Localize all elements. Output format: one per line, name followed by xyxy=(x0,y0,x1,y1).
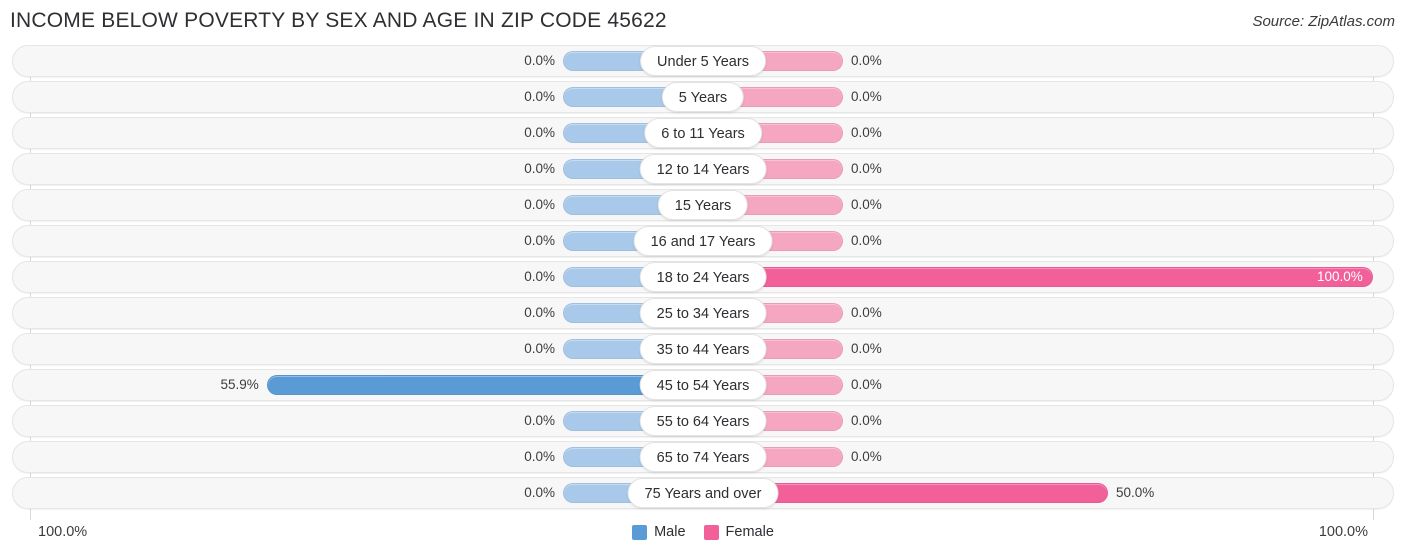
value-label-female: 0.0% xyxy=(851,341,882,356)
table-row: 0.0% 0.0% 6 to 11 Years xyxy=(0,117,1406,149)
table-row: 0.0% 0.0% 12 to 14 Years xyxy=(0,153,1406,185)
value-label-female: 0.0% xyxy=(851,377,882,392)
category-label: 5 Years xyxy=(661,82,745,112)
category-label: 55 to 64 Years xyxy=(639,406,767,436)
axis-label-right: 100.0% xyxy=(1318,524,1368,540)
table-row: 0.0% 0.0% 16 and 17 Years xyxy=(0,225,1406,257)
table-row: 0.0% 0.0% 15 Years xyxy=(0,189,1406,221)
bar-row-list: 0.0% 0.0% Under 5 Years 0.0% 0.0% 5 Years 0.0%… xyxy=(0,45,1406,513)
value-label-male: 0.0% xyxy=(524,89,555,104)
category-label: 18 to 24 Years xyxy=(639,262,767,292)
legend-swatch-icon xyxy=(703,524,719,540)
value-label-female: 100.0% xyxy=(1317,269,1363,284)
source-attribution: Source: ZipAtlas.com xyxy=(1252,13,1395,30)
value-label-male: 0.0% xyxy=(524,233,555,248)
value-label-male: 0.0% xyxy=(524,197,555,212)
value-label-female: 0.0% xyxy=(851,413,882,428)
category-label: 35 to 44 Years xyxy=(639,334,767,364)
value-label-male: 0.0% xyxy=(524,449,555,464)
category-label: 65 to 74 Years xyxy=(639,442,767,472)
category-label: 6 to 11 Years xyxy=(644,118,762,148)
chart-legend: Male Female xyxy=(0,524,1406,540)
value-label-male: 0.0% xyxy=(524,125,555,140)
category-label: 25 to 34 Years xyxy=(639,298,767,328)
page-title: INCOME BELOW POVERTY BY SEX AND AGE IN Z… xyxy=(10,9,667,32)
value-label-male: 0.0% xyxy=(524,341,555,356)
value-label-female: 0.0% xyxy=(851,125,882,140)
value-label-female: 0.0% xyxy=(851,89,882,104)
chart-footer: 100.0% Male Female 100.0% xyxy=(0,520,1406,558)
value-label-female: 0.0% xyxy=(851,53,882,68)
chart-header: INCOME BELOW POVERTY BY SEX AND AGE IN Z… xyxy=(0,0,1406,42)
legend-label: Female xyxy=(725,524,774,540)
table-row: 55.9% 0.0% 45 to 54 Years xyxy=(0,369,1406,401)
category-label: 45 to 54 Years xyxy=(639,370,767,400)
table-row: 0.0% 0.0% 35 to 44 Years xyxy=(0,333,1406,365)
chart-plot-area: 0.0% 0.0% Under 5 Years 0.0% 0.0% 5 Years 0.0%… xyxy=(0,45,1406,520)
value-label-male: 0.0% xyxy=(524,161,555,176)
value-label-female: 0.0% xyxy=(851,161,882,176)
chart-page: INCOME BELOW POVERTY BY SEX AND AGE IN Z… xyxy=(0,0,1406,558)
bar-male xyxy=(266,375,703,395)
legend-item-male[interactable]: Male xyxy=(632,524,686,540)
category-label: 12 to 14 Years xyxy=(639,154,767,184)
value-label-female: 50.0% xyxy=(1116,485,1155,500)
value-label-male: 0.0% xyxy=(524,485,555,500)
category-label: Under 5 Years xyxy=(640,46,766,76)
bar-female xyxy=(703,267,1373,287)
value-label-female: 0.0% xyxy=(851,449,882,464)
table-row: 0.0% 0.0% 25 to 34 Years xyxy=(0,297,1406,329)
value-label-male: 0.0% xyxy=(524,305,555,320)
value-label-male: 0.0% xyxy=(524,53,555,68)
table-row: 0.0% 0.0% 55 to 64 Years xyxy=(0,405,1406,437)
category-label: 75 Years and over xyxy=(627,478,779,508)
table-row: 0.0% 0.0% Under 5 Years xyxy=(0,45,1406,77)
legend-item-female[interactable]: Female xyxy=(703,524,774,540)
value-label-male: 0.0% xyxy=(524,269,555,284)
value-label-female: 0.0% xyxy=(851,197,882,212)
category-label: 16 and 17 Years xyxy=(633,226,773,256)
value-label-male: 0.0% xyxy=(524,413,555,428)
legend-swatch-icon xyxy=(632,524,648,540)
table-row: 0.0% 100.0% 18 to 24 Years xyxy=(0,261,1406,293)
table-row: 0.0% 0.0% 5 Years xyxy=(0,81,1406,113)
value-label-female: 0.0% xyxy=(851,305,882,320)
category-label: 15 Years xyxy=(657,190,749,220)
value-label-female: 0.0% xyxy=(851,233,882,248)
table-row: 0.0% 0.0% 65 to 74 Years xyxy=(0,441,1406,473)
value-label-male: 55.9% xyxy=(220,377,259,392)
legend-label: Male xyxy=(654,524,686,540)
table-row: 0.0% 50.0% 75 Years and over xyxy=(0,477,1406,509)
